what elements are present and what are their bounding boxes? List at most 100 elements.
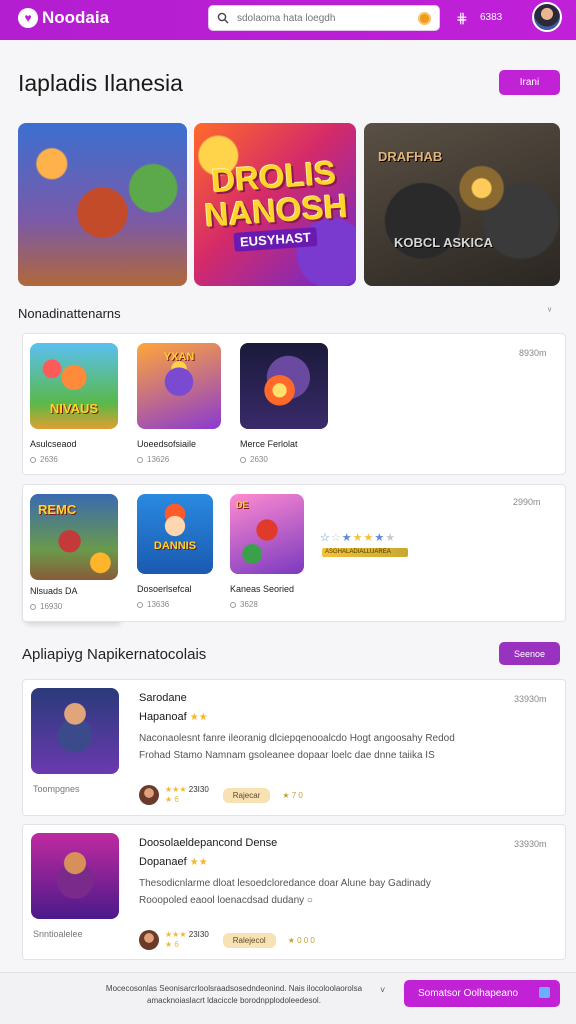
banner-3-subtitle: KOBCL ASKICA <box>394 235 493 250</box>
cart-count: 6383 <box>480 12 503 23</box>
game-tile[interactable]: DE Kaneas Seoried 3628 <box>230 494 320 609</box>
game-stat: 13626 <box>137 455 227 464</box>
developer-avatar[interactable] <box>139 785 159 805</box>
game-tile[interactable]: DANNIS Dosoerlsefcal 13636 <box>137 494 227 609</box>
banner-2-title: DROLIS NANOSH <box>203 153 349 234</box>
star-icon: ☆ <box>330 532 342 544</box>
developer-avatar[interactable] <box>139 930 159 950</box>
section-title-popular: Apliapiyg Napikernatocolais <box>22 646 207 663</box>
game-card-caption: Toompgnes <box>33 784 80 794</box>
game-title: Dosoerlsefcal <box>137 584 192 594</box>
game-thumbnail: NIVAUS <box>30 343 118 429</box>
game-card-description: Thesodicnlarme dloat lesoedcloredance do… <box>139 878 431 906</box>
game-card-meta: 33930m <box>514 694 547 704</box>
game-card-subtitle: Hapanoaf ★★ <box>139 711 208 723</box>
chevron-down-icon[interactable]: ˅ <box>380 985 385 995</box>
game-card-footer: ★★★ 23I30 ★ 6 Ralejecol ★ 0 0 0 <box>139 929 315 951</box>
game-card-subtitle: Dopanaef ★★ <box>139 856 208 868</box>
extra-rating: ★ 7 0 <box>282 790 303 800</box>
game-card[interactable]: Snntioalelee Doosolaeldepancond Dense Do… <box>22 824 566 960</box>
rating-block: ★★★ 23I30 ★ 6 <box>165 785 209 804</box>
section-collapse-icon[interactable]: ᵛ <box>548 306 551 317</box>
download-icon <box>30 457 36 463</box>
game-tile[interactable]: YXAN Uoeedsofsiaile 13626 <box>137 343 227 464</box>
footer-action-label: Somatsor Oolhapeano <box>418 988 519 999</box>
featured-banner-2[interactable]: DROLIS NANOSH EUSYHAST <box>194 123 356 286</box>
game-thumbnail-title: DE <box>236 500 249 510</box>
game-card-caption: Snntioalelee <box>33 929 83 939</box>
extra-rating: ★ 0 0 0 <box>287 935 315 945</box>
game-thumbnail-title: DANNIS <box>153 540 197 552</box>
download-icon <box>230 602 236 608</box>
star-icon: ★ <box>374 532 386 544</box>
featured-banner-3[interactable]: DRAFHAB KOBCL ASKICA <box>364 123 560 286</box>
download-icon <box>240 457 246 463</box>
game-title: Asulcseaod <box>30 439 77 449</box>
game-card-thumbnail <box>31 833 119 919</box>
game-card-description: Naconaolesnt fanre ileoranig dlciepqenoo… <box>139 733 455 761</box>
page-title: Iapladis Ilanesia <box>18 70 183 96</box>
search-submit-icon[interactable] <box>418 12 431 25</box>
star-icon: ★★ <box>189 712 208 723</box>
game-thumbnail-title: REMC <box>38 502 77 517</box>
download-icon <box>30 604 36 610</box>
search-bar[interactable] <box>208 5 440 31</box>
panel-meta: 8930m <box>519 348 547 358</box>
game-tile[interactable]: Merce Ferlolat 2630 <box>240 343 330 464</box>
banner-3-title: DRAFHAB <box>378 149 443 164</box>
star-icon: ★★ <box>189 857 208 868</box>
game-card-footer: ★★★ 23I30 ★ 6 Rajecar ★ 7 0 <box>139 784 303 806</box>
footer-action-button[interactable]: Somatsor Oolhapeano <box>404 980 560 1007</box>
user-avatar[interactable] <box>532 2 562 32</box>
game-title: Nlsuads DA <box>30 586 78 596</box>
see-more-button[interactable]: Seenoe <box>499 642 560 665</box>
star-icon: ★ <box>352 532 364 544</box>
game-thumbnail: DE <box>230 494 304 574</box>
game-card-meta: 33930m <box>514 839 547 849</box>
star-icon: ★★★ <box>165 785 187 794</box>
genre-tag[interactable]: Rajecar <box>222 787 271 803</box>
search-input[interactable] <box>237 12 417 24</box>
game-title: Uoeedsofsiaile <box>137 439 197 449</box>
section-title-recommended: Nonadinattenarns <box>18 306 121 321</box>
game-title: Kaneas Seoried <box>230 584 295 594</box>
game-stat: 2630 <box>240 455 330 464</box>
star-icon: ★ <box>341 532 353 544</box>
game-card-title: Doosolaeldepancond Dense <box>139 837 278 849</box>
game-stat: 13636 <box>137 600 227 609</box>
rating-block: ★★★ 23I30 ★ 6 <box>165 930 209 949</box>
download-icon <box>137 457 143 463</box>
star-icon: ★ <box>385 532 397 544</box>
game-thumbnail: DANNIS <box>137 494 213 574</box>
game-card-title: Sarodane <box>139 692 187 704</box>
footer-notice: Mocecosonlas Seonisarcrloolsraadsosednde… <box>105 984 363 1005</box>
star-icon: ★★★ <box>165 930 187 939</box>
game-thumbnail: YXAN <box>137 343 221 429</box>
hero-action-button[interactable]: Irani <box>499 70 560 95</box>
top-navigation-bar: ♥ Noodaia ⋕ 6383 <box>0 0 576 40</box>
cart-icon[interactable]: ⋕ <box>456 10 468 27</box>
game-title: Merce Ferlolat <box>240 439 298 449</box>
star-icon: ★ <box>363 532 375 544</box>
game-stat: 16930 <box>30 602 120 611</box>
genre-tag[interactable]: Ralejecol <box>222 932 276 948</box>
logo-heart-icon: ♥ <box>18 8 38 28</box>
app-logo-text: Noodaia <box>42 8 110 27</box>
game-tile[interactable]: REMC Nlsuads DA 16930 <box>30 494 120 611</box>
search-icon <box>217 12 229 24</box>
external-link-icon <box>539 987 550 998</box>
featured-banner-1[interactable] <box>18 123 187 286</box>
rating-badge: ASGHALADIALLUAREA <box>322 548 408 557</box>
download-icon <box>137 602 143 608</box>
game-thumbnail: REMC <box>30 494 118 580</box>
star-rating: ☆☆★★★★★ <box>320 531 396 544</box>
game-thumbnail-title: YXAN <box>163 351 195 363</box>
game-card[interactable]: Toompgnes Sarodane Hapanoaf ★★ Naconaole… <box>22 679 566 816</box>
bottom-bar: Mocecosonlas Seonisarcrloolsraadsosednde… <box>0 972 576 1024</box>
game-card-thumbnail <box>31 688 119 774</box>
app-logo[interactable]: ♥ Noodaia <box>18 8 109 28</box>
panel-meta: 2990m <box>513 497 541 507</box>
game-tile[interactable]: NIVAUS Asulcseaod 2636 <box>30 343 120 464</box>
game-stat: 3628 <box>230 600 320 609</box>
game-thumbnail <box>240 343 328 429</box>
